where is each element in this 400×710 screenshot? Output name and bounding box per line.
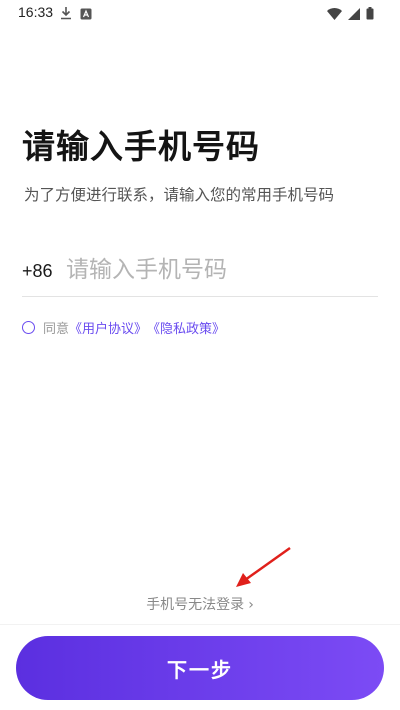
chevron-right-icon: › [248,597,254,613]
page-title: 请输入手机号码 [22,127,260,166]
phone-input-row: +86 [22,250,378,297]
app-notification-icon [80,5,92,24]
status-time: 16:33 [18,4,54,20]
user-agreement-link[interactable]: 《用户协议》 [69,318,147,337]
country-code[interactable]: +86 [22,261,53,282]
page-subtitle: 为了方便进行联系，请输入您的常用手机号码 [24,186,335,204]
wifi-icon [327,5,342,24]
download-icon [60,5,72,24]
battery-icon [366,5,374,24]
agreement-row: 同意 《用户协议》 《隐私政策》 [22,318,225,337]
agree-label: 同意 [43,322,70,337]
agree-checkbox[interactable] [22,321,35,334]
divider [0,624,400,625]
next-step-button[interactable]: 下一步 [16,636,384,700]
privacy-policy-link[interactable]: 《隐私政策》 [147,318,225,337]
status-bar: 16:33 [0,0,400,26]
signal-icon [348,5,360,24]
cannot-login-label: 手机号无法登录 [146,597,245,613]
phone-number-input[interactable] [66,250,366,290]
cannot-login-link[interactable]: 手机号无法登录 › [0,594,400,614]
